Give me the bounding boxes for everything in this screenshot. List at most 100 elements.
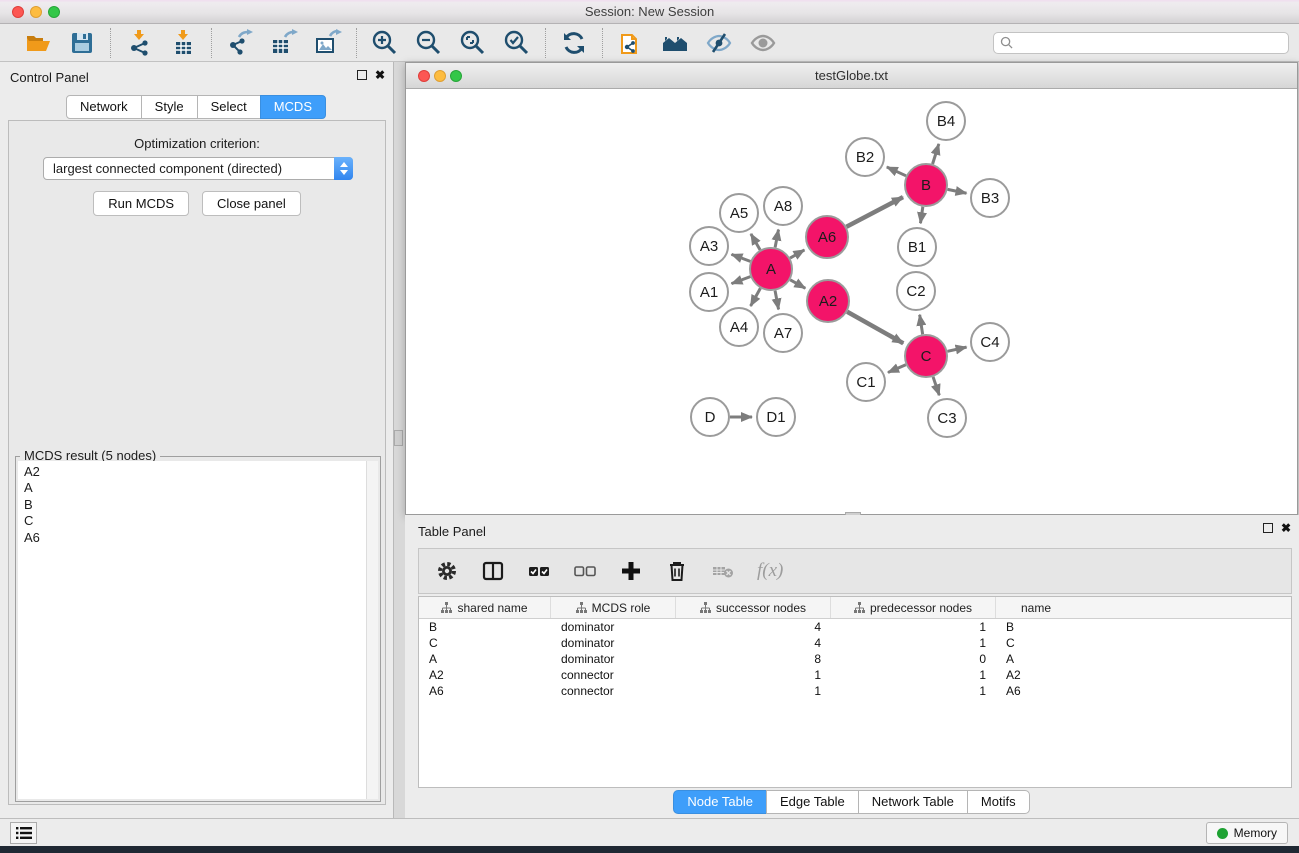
network-node-C3[interactable]: C3 [928,399,966,437]
network-edge-A-A4[interactable] [751,288,761,306]
result-item[interactable]: A2 [24,464,372,480]
network-node-D[interactable]: D [691,398,729,436]
network-node-D1[interactable]: D1 [757,398,795,436]
refresh-icon[interactable] [560,29,588,57]
cell-predecessor-nodes[interactable]: 1 [831,684,996,698]
column-header-mcds-role[interactable]: MCDS role [551,597,676,618]
network-edge-A-A8[interactable] [775,230,778,248]
cell-name[interactable]: A6 [996,684,1076,698]
add-column-icon[interactable] [619,559,643,583]
delete-column-icon[interactable] [665,559,689,583]
save-session-icon[interactable] [68,29,96,57]
network-node-A6[interactable]: A6 [806,216,848,258]
cell-name[interactable]: A [996,652,1076,666]
cell-predecessor-nodes[interactable]: 1 [831,620,996,634]
column-header-name[interactable]: name [996,597,1076,618]
import-table-icon[interactable] [169,29,197,57]
run-mcds-button[interactable]: Run MCDS [93,191,189,216]
export-network-icon[interactable] [226,29,254,57]
result-item[interactable]: A6 [24,530,372,546]
table-row[interactable]: A2connector11A2 [419,667,1291,683]
table-row[interactable]: Bdominator41B [419,619,1291,635]
zoom-in-icon[interactable] [371,29,399,57]
network-node-A5[interactable]: A5 [720,194,758,232]
vertical-splitter-handle[interactable] [394,430,403,446]
zoom-selected-icon[interactable] [503,29,531,57]
result-item[interactable]: B [24,497,372,513]
cell-mcds-role[interactable]: connector [551,668,676,682]
network-edge-B-B2[interactable] [887,167,906,176]
zoom-out-icon[interactable] [415,29,443,57]
network-edge-A2-C[interactable] [847,312,903,344]
cell-predecessor-nodes[interactable]: 1 [831,668,996,682]
split-view-icon[interactable] [481,559,505,583]
float-panel-icon[interactable] [357,70,367,80]
mcds-result-list[interactable]: A2ABCA6 [18,461,378,799]
network-edge-C-C3[interactable] [933,377,939,395]
close-panel-icon[interactable]: ✖ [375,70,385,80]
network-node-A[interactable]: A [750,248,792,290]
tab-network[interactable]: Network [66,95,142,119]
tab-node-table[interactable]: Node Table [673,790,767,814]
network-edge-A-A2[interactable] [790,280,805,289]
cell-shared-name[interactable]: C [419,636,551,650]
network-node-B1[interactable]: B1 [898,228,936,266]
cell-shared-name[interactable]: A2 [419,668,551,682]
tab-select[interactable]: Select [197,95,261,119]
cell-successor-nodes[interactable]: 4 [676,620,831,634]
table-float-panel-icon[interactable] [1263,523,1273,533]
network-node-A4[interactable]: A4 [720,308,758,346]
table-row[interactable]: Adominator80A [419,651,1291,667]
cell-predecessor-nodes[interactable]: 1 [831,636,996,650]
table-row[interactable]: A6connector11A6 [419,683,1291,699]
table-close-panel-icon[interactable]: ✖ [1281,523,1291,533]
cell-mcds-role[interactable]: dominator [551,652,676,666]
tab-edge-table[interactable]: Edge Table [766,790,859,814]
cell-successor-nodes[interactable]: 1 [676,684,831,698]
tab-style[interactable]: Style [141,95,198,119]
network-edge-C-C4[interactable] [947,347,966,351]
network-edge-A-A6[interactable] [790,250,804,258]
tab-network-table[interactable]: Network Table [858,790,968,814]
cell-successor-nodes[interactable]: 1 [676,668,831,682]
checked-columns-icon[interactable] [527,559,551,583]
network-edge-B-B1[interactable] [920,207,922,223]
column-header-successor-nodes[interactable]: successor nodes [676,597,831,618]
network-edge-A-A7[interactable] [775,291,779,310]
network-node-A3[interactable]: A3 [690,227,728,265]
network-node-B3[interactable]: B3 [971,179,1009,217]
network-node-B4[interactable]: B4 [927,102,965,140]
gear-icon[interactable] [435,559,459,583]
zoom-fit-icon[interactable] [459,29,487,57]
network-node-C[interactable]: C [905,335,947,377]
export-table-icon[interactable] [270,29,298,57]
task-history-button[interactable] [10,822,37,844]
cell-shared-name[interactable]: A6 [419,684,551,698]
column-header-shared-name[interactable]: shared name [419,597,551,618]
tab-motifs[interactable]: Motifs [967,790,1030,814]
network-edge-C-C1[interactable] [888,365,906,373]
network-node-A2[interactable]: A2 [807,280,849,322]
search-box[interactable] [993,32,1289,54]
cell-mcds-role[interactable]: dominator [551,636,676,650]
cell-name[interactable]: A2 [996,668,1076,682]
cell-mcds-role[interactable]: connector [551,684,676,698]
network-edge-A6-B[interactable] [846,197,903,227]
cell-name[interactable]: C [996,636,1076,650]
export-image-icon[interactable] [314,29,342,57]
table-row[interactable]: Cdominator41C [419,635,1291,651]
cell-shared-name[interactable]: B [419,620,551,634]
tab-mcds[interactable]: MCDS [260,95,326,119]
result-scrollbar[interactable] [366,461,378,799]
memory-button[interactable]: Memory [1206,822,1288,844]
network-node-A7[interactable]: A7 [764,314,802,352]
first-neighbors-icon[interactable] [661,29,689,57]
search-input[interactable] [1017,36,1282,50]
network-window-titlebar[interactable]: testGlobe.txt [406,63,1297,89]
cell-name[interactable]: B [996,620,1076,634]
network-edge-C-C2[interactable] [920,315,923,335]
import-network-icon[interactable] [125,29,153,57]
show-all-icon[interactable] [749,29,777,57]
network-node-A8[interactable]: A8 [764,187,802,225]
criterion-select[interactable]: largest connected component (directed) [43,157,353,180]
